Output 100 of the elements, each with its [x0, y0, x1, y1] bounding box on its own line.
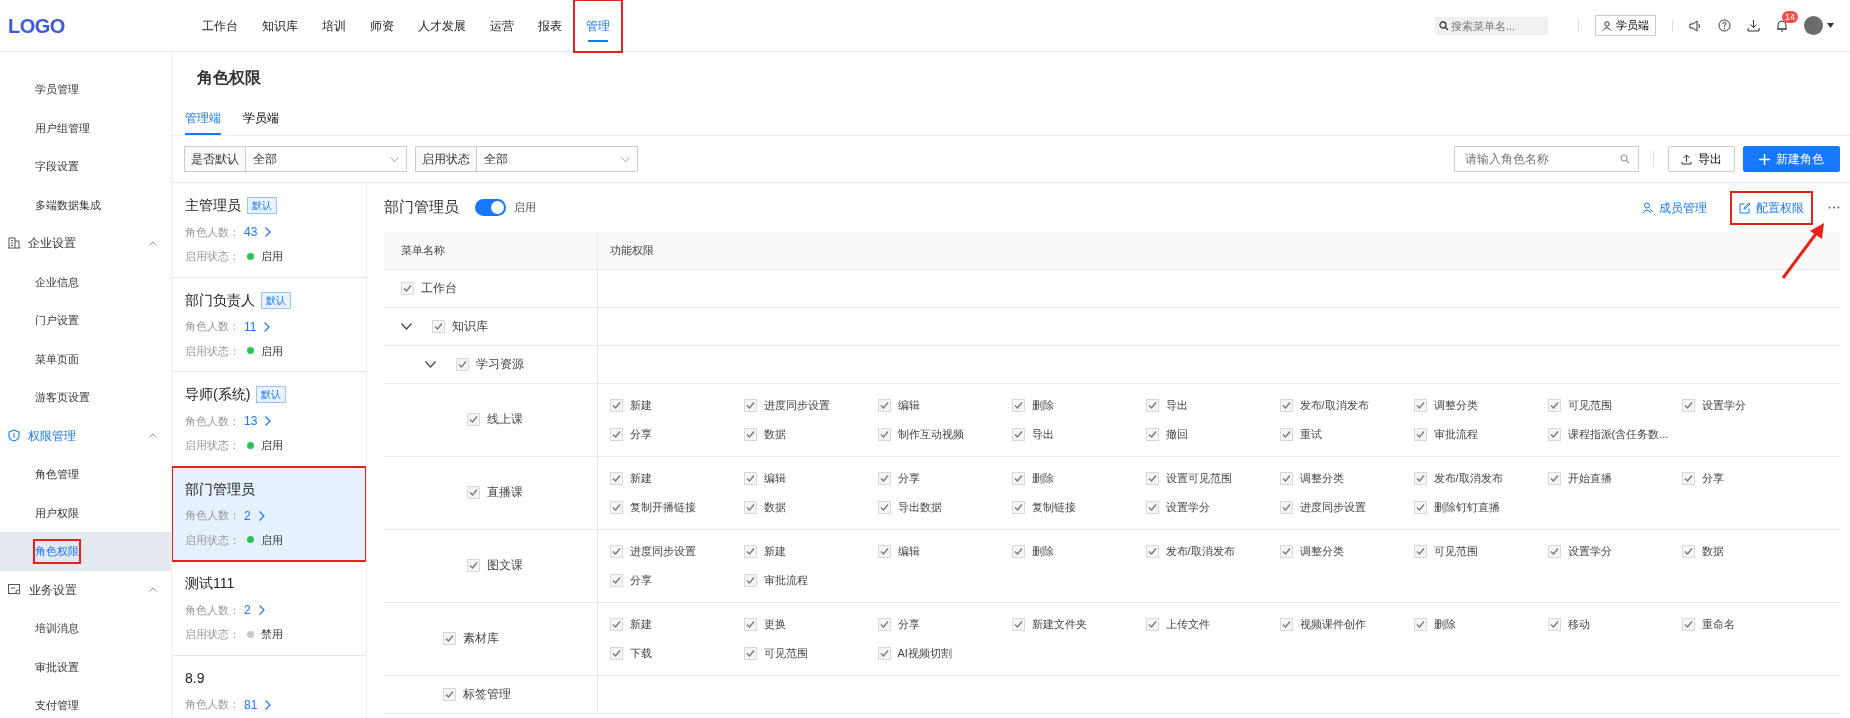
page-title: 角色权限	[196, 68, 262, 88]
permission-label: 新建	[629, 470, 652, 486]
tab[interactable]: 学员端	[243, 103, 279, 136]
sidebar-item[interactable]: 学员管理	[34, 78, 80, 101]
nav-tab[interactable]: 培训	[310, 0, 358, 52]
role-card[interactable]: 部门负责人 默认 角色人数： 11 启用状态： 启用	[172, 277, 366, 373]
menu-name: 工作台	[421, 280, 457, 296]
permission-label: 进度同步设置	[763, 397, 830, 413]
nav-tab[interactable]: 师资	[358, 0, 406, 52]
default-badge: 默认	[247, 197, 277, 215]
member-count-link[interactable]: 43	[244, 223, 272, 242]
edit-icon	[1739, 201, 1751, 214]
sidebar-item[interactable]: 菜单页面	[34, 347, 80, 370]
chevron-right-icon	[264, 321, 271, 332]
sidebar-item[interactable]: 多端数据集成	[34, 193, 102, 216]
member-count-link[interactable]: 2	[244, 601, 265, 620]
permission-label: 删除	[1031, 543, 1054, 559]
bell-icon[interactable]	[1776, 19, 1788, 32]
more-icon[interactable]	[1828, 206, 1840, 210]
members-button[interactable]: 成员管理	[1634, 191, 1715, 224]
status-label: 启用状态：	[185, 627, 240, 643]
role-card[interactable]: 主管理员 默认 角色人数： 43 启用状态： 启用	[172, 183, 366, 278]
search-bar[interactable]: 请输入角色名称	[1454, 146, 1639, 173]
permission-label: 删除	[1031, 470, 1054, 486]
menu-name: 图文课	[487, 558, 523, 574]
tab[interactable]: 管理端	[185, 103, 221, 136]
sidebar-item[interactable]: 游客页设置	[34, 386, 91, 409]
student-portal-button[interactable]: 学员端	[1595, 15, 1656, 36]
sidebar-item[interactable]: 审批设置	[34, 655, 80, 678]
sidebar-item[interactable]: 角色管理	[34, 463, 80, 486]
nav-tab[interactable]: 知识库	[250, 0, 310, 52]
chevron-icon[interactable]	[149, 240, 157, 246]
permission-label: 审批流程	[763, 572, 808, 588]
chevron-right-icon	[258, 605, 265, 616]
permission-label: 制作互动视频	[897, 426, 964, 442]
help-icon[interactable]	[1718, 19, 1731, 32]
permission-label: 课程指派(含任务数...	[1567, 426, 1669, 442]
member-count-label: 角色人数：	[185, 413, 240, 429]
filter-dropdown[interactable]: 是否默认 全部	[184, 146, 407, 173]
permission-label: 进度同步设置	[629, 543, 696, 559]
role-name: 测试111	[185, 574, 235, 594]
caret-icon[interactable]	[1827, 23, 1834, 28]
create-role-button[interactable]: 新建角色	[1743, 146, 1840, 173]
nav-tab[interactable]: 运营	[478, 0, 526, 52]
permission-label: 分享	[629, 426, 652, 442]
menu-name: 直播课	[487, 485, 523, 501]
download-icon[interactable]	[1747, 19, 1760, 32]
chevron-down-icon[interactable]	[390, 156, 399, 162]
filter-dropdown[interactable]: 启用状态 全部	[415, 146, 638, 173]
permission-label: 复制链接	[1031, 499, 1076, 515]
sidebar-item[interactable]: 用户权限	[34, 501, 80, 524]
sidebar-item[interactable]: 门户设置	[34, 309, 80, 332]
permission-label: 新建文件夹	[1031, 616, 1087, 632]
permission-label: 导出数据	[897, 499, 942, 515]
sidebar-item[interactable]: 用户组管理	[34, 116, 91, 139]
member-count-link[interactable]: 2	[244, 506, 265, 525]
sidebar-group[interactable]: 权限管理	[28, 426, 76, 445]
permission-label: 可见范围	[1433, 543, 1478, 559]
speaker-icon[interactable]	[1689, 19, 1702, 32]
sidebar-item[interactable]: 培训消息	[34, 617, 80, 640]
sidebar-group[interactable]: 业务设置	[29, 580, 77, 599]
chevron-icon[interactable]	[149, 433, 157, 439]
nav-tab[interactable]: 工作台	[190, 0, 250, 52]
export-button[interactable]: 导出	[1668, 146, 1735, 173]
configure-button[interactable]: 配置权限	[1731, 191, 1812, 224]
member-count-label: 角色人数：	[185, 508, 240, 524]
role-card[interactable]: 测试111 角色人数： 2 启用状态： 禁用	[172, 561, 366, 656]
nav-tab[interactable]: 管理	[574, 0, 622, 52]
member-count-label: 角色人数：	[185, 319, 240, 335]
status-label: 启用状态：	[185, 532, 240, 548]
sidebar-item[interactable]: 角色权限	[34, 540, 80, 563]
permission-label: AI视频切割	[897, 645, 952, 661]
avatar[interactable]	[1804, 16, 1823, 35]
chevron-right-icon	[258, 510, 265, 521]
status-text: 启用	[261, 438, 283, 454]
role-card[interactable]: 部门管理员 角色人数： 2 启用状态： 启用	[172, 466, 366, 562]
permission-label: 重命名	[1701, 616, 1735, 632]
permission-label: 发布/取消发布	[1433, 470, 1503, 486]
chevron-icon[interactable]	[149, 587, 157, 593]
permission-label: 删除	[1433, 616, 1456, 632]
sidebar-group[interactable]: 企业设置	[28, 234, 76, 253]
member-count-link[interactable]: 13	[244, 412, 272, 431]
permission-label: 删除钉钉直播	[1433, 499, 1500, 515]
member-count-link[interactable]: 81	[244, 695, 272, 714]
chevron-down-icon[interactable]	[621, 156, 630, 162]
default-badge: 默认	[261, 291, 291, 309]
permission-label: 导出	[1031, 426, 1054, 442]
toggle-switch[interactable]	[475, 199, 506, 217]
search-icon[interactable]	[1439, 20, 1449, 31]
member-count-link[interactable]: 11	[244, 317, 271, 336]
sidebar-item[interactable]: 企业信息	[34, 270, 80, 293]
role-card[interactable]: 8.9 角色人数： 81	[172, 655, 366, 718]
permission-label: 撤回	[1165, 426, 1188, 442]
status-text: 启用	[261, 249, 283, 265]
sidebar-item[interactable]: 支付管理	[34, 694, 80, 717]
search-bar[interactable]: 搜索菜单名...	[1435, 16, 1548, 35]
nav-tab[interactable]: 报表	[526, 0, 574, 52]
role-name: 部门负责人	[185, 290, 255, 310]
nav-tab[interactable]: 人才发展	[406, 0, 478, 52]
sidebar-item[interactable]: 字段设置	[34, 155, 80, 178]
